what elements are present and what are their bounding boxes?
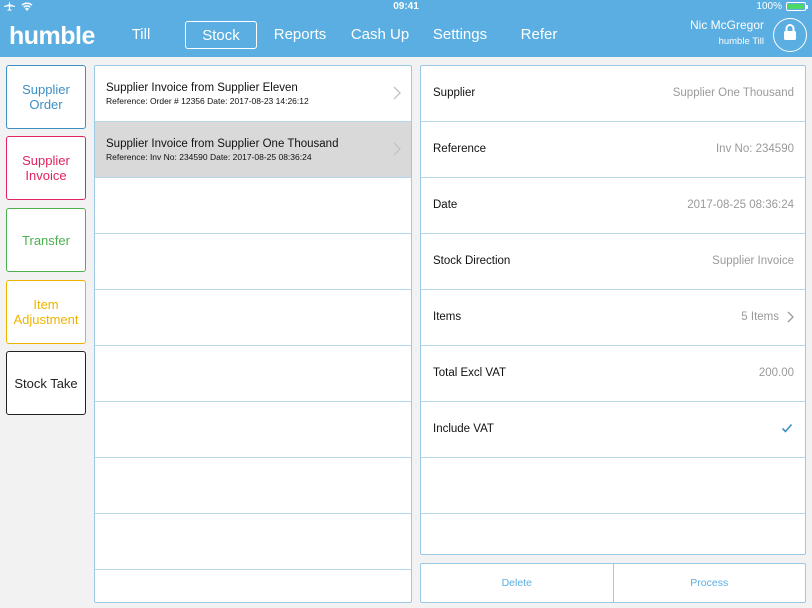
empty-row xyxy=(421,458,805,514)
empty-row xyxy=(95,290,411,346)
list-item[interactable]: Supplier Invoice from Supplier One Thous… xyxy=(95,122,411,178)
delete-button[interactable]: Delete xyxy=(421,564,613,602)
user-name: Nic McGregor xyxy=(689,18,764,32)
battery-percent: 100% xyxy=(756,1,782,12)
list-item-title: Supplier Invoice from Supplier Eleven xyxy=(106,82,298,94)
status-time: 09:41 xyxy=(393,1,419,12)
supplier-label: Supplier xyxy=(433,87,476,99)
chevron-right-icon xyxy=(787,311,794,323)
stock-direction-label: Stock Direction xyxy=(433,255,511,267)
humble-logo: humble xyxy=(9,22,95,50)
tab-refer[interactable]: Refer xyxy=(514,21,564,49)
process-button[interactable]: Process xyxy=(612,564,806,602)
date-row: Date 2017-08-25 08:36:24 xyxy=(421,178,805,234)
lock-button[interactable] xyxy=(773,18,807,52)
items-label: Items xyxy=(433,311,462,323)
empty-row xyxy=(95,458,411,514)
empty-row xyxy=(95,346,411,402)
chevron-right-icon xyxy=(393,86,401,100)
tab-cash-up[interactable]: Cash Up xyxy=(346,21,414,49)
list-item[interactable]: Supplier Invoice from Supplier Eleven Re… xyxy=(95,66,411,122)
include-vat-label: Include VAT xyxy=(433,423,494,435)
battery-icon xyxy=(786,2,808,11)
empty-row xyxy=(95,178,411,234)
top-bar: 09:41 100% humble Till Stock Reports Cas… xyxy=(0,0,812,57)
empty-row xyxy=(95,402,411,458)
items-value: 5 Items xyxy=(741,311,779,323)
transfer-button[interactable]: Transfer xyxy=(6,208,86,272)
supplier-row: Supplier Supplier One Thousand xyxy=(421,66,805,122)
item-adjustment-button[interactable]: Item Adjustment xyxy=(6,280,86,344)
empty-row xyxy=(95,514,411,570)
total-excl-vat-row: Total Excl VAT 200.00 xyxy=(421,346,805,402)
stock-take-button[interactable]: Stock Take xyxy=(6,351,86,415)
supplier-invoice-button[interactable]: Supplier Invoice xyxy=(6,136,86,200)
invoice-list: Supplier Invoice from Supplier Eleven Re… xyxy=(94,65,412,603)
tab-settings[interactable]: Settings xyxy=(427,21,493,49)
reference-label: Reference xyxy=(433,143,487,155)
checkmark-icon xyxy=(781,423,793,433)
include-vat-row[interactable]: Include VAT xyxy=(421,402,805,458)
stock-direction-row: Stock Direction Supplier Invoice xyxy=(421,234,805,290)
date-value: 2017-08-25 08:36:24 xyxy=(687,199,794,211)
list-item-subtitle: Reference: Inv No: 234590 Date: 2017-08-… xyxy=(106,152,312,162)
list-item-title: Supplier Invoice from Supplier One Thous… xyxy=(106,138,339,150)
invoice-detail: Supplier Supplier One Thousand Reference… xyxy=(420,65,806,555)
status-bar: 09:41 100% xyxy=(0,0,812,14)
tab-reports[interactable]: Reports xyxy=(270,21,330,49)
lock-icon xyxy=(783,24,797,46)
empty-row xyxy=(95,234,411,290)
tab-stock[interactable]: Stock xyxy=(185,21,257,49)
stock-direction-value: Supplier Invoice xyxy=(712,255,794,267)
tab-till[interactable]: Till xyxy=(121,21,161,49)
total-excl-vat-label: Total Excl VAT xyxy=(433,367,507,379)
action-bar: Delete Process xyxy=(420,563,806,603)
total-excl-vat-value: 200.00 xyxy=(758,367,794,379)
till-name: humble Till xyxy=(718,36,764,47)
supplier-order-button[interactable]: Supplier Order xyxy=(6,65,86,129)
date-label: Date xyxy=(433,199,458,211)
supplier-value: Supplier One Thousand xyxy=(672,87,794,99)
chevron-right-icon xyxy=(393,142,401,156)
reference-row: Reference Inv No: 234590 xyxy=(421,122,805,178)
reference-value: Inv No: 234590 xyxy=(715,143,794,155)
items-row[interactable]: Items 5 Items xyxy=(421,290,805,346)
list-item-subtitle: Reference: Order # 12356 Date: 2017-08-2… xyxy=(106,96,309,106)
